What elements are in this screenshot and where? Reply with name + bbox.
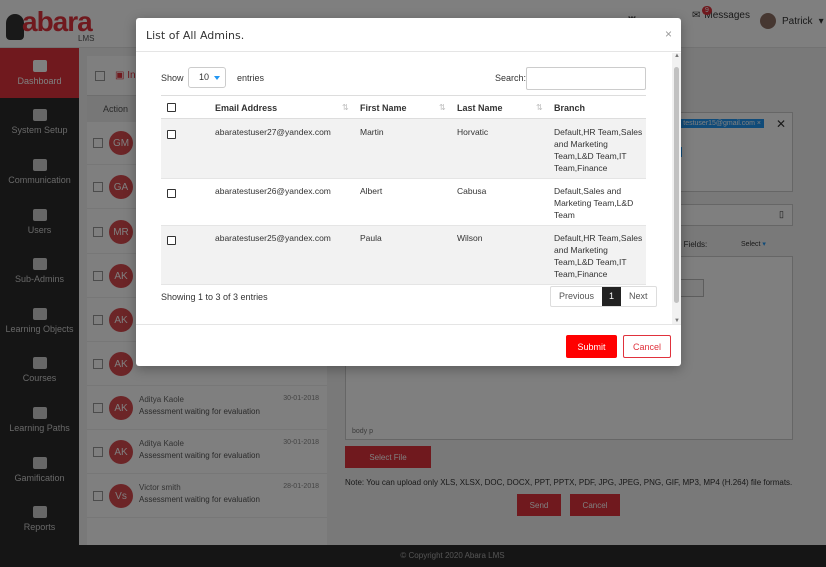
modal-title: List of All Admins. [146,29,245,42]
cell-last-name: Horvatic [457,127,489,137]
cell-first-name: Albert [360,186,383,196]
column-header-branch[interactable]: Branch [554,96,585,120]
cell-email: abaratestuser27@yandex.com [215,127,331,137]
close-icon[interactable]: × [665,27,672,41]
pagination-page[interactable]: 1 [602,287,622,306]
scroll-up-icon[interactable]: ▲ [674,53,680,59]
table-row[interactable]: abaratestuser27@yandex.com Martin Horvat… [161,119,646,179]
entries-length-select[interactable]: 10 [188,67,226,88]
cell-branch: Default,Sales and Marketing Team,L&D Tea… [554,186,634,220]
cell-branch: Default,HR Team,Sales and Marketing Team… [554,233,643,279]
row-checkbox[interactable] [167,236,176,245]
cell-last-name: Wilson [457,233,483,243]
cell-email: abaratestuser25@yandex.com [215,233,331,243]
submit-button[interactable]: Submit [566,335,617,358]
select-all-checkbox[interactable] [167,103,176,112]
search-label: Search: [495,73,527,83]
cancel-button[interactable]: Cancel [623,335,671,358]
scroll-thumb[interactable] [674,67,679,303]
table-info: Showing 1 to 3 of 3 entries [161,292,268,302]
pagination-previous[interactable]: Previous [551,287,602,306]
sort-icon[interactable]: ⇅ [342,103,349,112]
column-header-email[interactable]: Email Address [215,96,277,120]
cell-email: abaratestuser26@yandex.com [215,186,331,196]
cell-first-name: Paula [360,233,382,243]
table-header: Email Address ⇅ First Name ⇅ Last Name ⇅… [161,95,646,119]
pagination-next[interactable]: Next [621,287,656,306]
modal-footer: Submit Cancel [136,324,681,366]
search-input[interactable] [526,67,646,90]
cell-first-name: Martin [360,127,384,137]
cell-last-name: Cabusa [457,186,487,196]
entries-length-value: 10 [199,72,210,82]
table-row[interactable]: abaratestuser26@yandex.com Albert Cabusa… [161,179,646,226]
chevron-down-icon [214,76,220,80]
row-checkbox[interactable] [167,130,176,139]
column-header-first-name[interactable]: First Name [360,96,407,120]
sort-icon[interactable]: ⇅ [536,103,543,112]
app-root: abara LMS ◎ ♖ ✉ 9 Messages Patrick ▾ Das… [0,0,826,567]
column-header-last-name[interactable]: Last Name [457,96,503,120]
show-label: Show [161,73,184,83]
entries-label: entries [237,73,265,83]
row-checkbox[interactable] [167,189,176,198]
table-row[interactable]: abaratestuser25@yandex.com Paula Wilson … [161,226,646,285]
modal-body: Show 10 entries Search: Email Address ⇅ … [136,53,681,324]
modal-header: List of All Admins. × [136,18,681,52]
pagination: Previous 1 Next [550,286,657,307]
admins-table: Email Address ⇅ First Name ⇅ Last Name ⇅… [161,95,646,285]
admins-modal: List of All Admins. × Show 10 entries Se… [136,18,681,366]
sort-icon[interactable]: ⇅ [439,103,446,112]
cell-branch: Default,HR Team,Sales and Marketing Team… [554,127,643,173]
modal-scrollbar[interactable]: ▲ ▼ [672,53,681,324]
